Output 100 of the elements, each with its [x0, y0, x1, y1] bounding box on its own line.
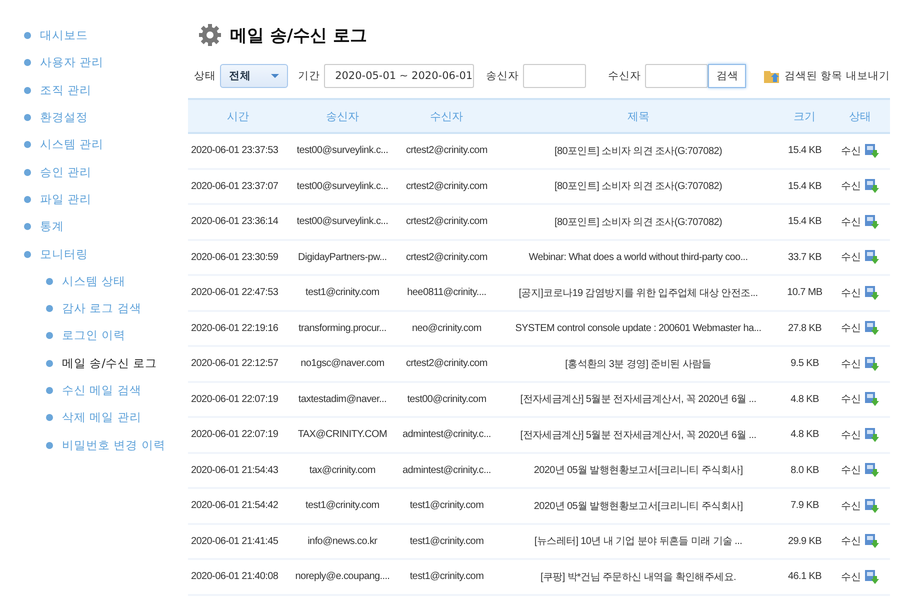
table-cell: test1@crinity.com — [410, 536, 484, 547]
sidebar-item[interactable]: 대시보드 — [24, 22, 188, 50]
download-icon[interactable] — [864, 179, 879, 194]
table-cell: test00@surveylink.c... — [296, 216, 388, 228]
table-cell: 46.1 KB — [788, 571, 822, 582]
download-icon[interactable] — [864, 321, 879, 336]
table-cell: [전자세금계산] 5월분 전자세금계산서, 꼭 2020년 6월 ... — [520, 430, 756, 441]
sidebar-item[interactable]: 모니터링 — [24, 240, 188, 268]
table-cell: DigidayPartners-pw... — [298, 252, 387, 263]
sidebar-item[interactable]: 시스템 상태 — [24, 268, 188, 295]
sidebar-item[interactable]: 수신 메일 검색 — [24, 376, 188, 404]
sidebar-item[interactable]: 조직 관리 — [24, 76, 188, 104]
folder-icon — [764, 69, 780, 83]
table-cell: 33.7 KB — [788, 252, 822, 263]
table-cell: SYSTEM control console update : 200601 Webmaster ha... — [515, 322, 762, 334]
table-cell-text: 수신 — [841, 180, 861, 194]
table-cell: [홍석환의 3분 경영] 준비된 사람들 — [565, 358, 712, 370]
table-cell: 2020-06-01 21:54:43 — [191, 464, 278, 476]
table-cell: [공지]코로나19 감염방지를 위한 입주업체 대상 안전조... — [518, 288, 758, 299]
sidebar-item[interactable]: 시스템 관리 — [24, 131, 188, 158]
table-cell: 2020-06-01 22:07:19 — [191, 429, 278, 440]
sidebar-item[interactable]: 메일 송/수신 로그 — [24, 350, 188, 377]
download-icon[interactable] — [864, 286, 879, 300]
table-cell: test1@crinity.com — [410, 500, 484, 512]
table-cell: [쿠팡] 박*건님 주문하신 내역을 확인해주세요. — [540, 572, 736, 583]
table-cell: 9.5 KB — [790, 358, 819, 370]
status-label: 상태 — [194, 69, 216, 83]
table-cell: taxtestadim@naver... — [298, 394, 386, 405]
column-header: 송신자 — [288, 99, 397, 133]
table-cell: [80포인트] 소비자 의견 조사(G:707082) — [554, 216, 722, 228]
table-cell: test00@crinity.com — [407, 394, 486, 405]
download-icon[interactable] — [864, 392, 879, 406]
table-cell: [전자세금계산] 5월분 전자세금계산서, 꼭 2020년 6월 ... — [520, 394, 756, 406]
period-field[interactable]: 2020-05-01 ~ 2020-06-01 — [324, 64, 474, 88]
table-cell: 2020년 05월 발행현황보고서[크리니티 주식회사] — [534, 465, 743, 476]
download-icon[interactable] — [864, 356, 879, 371]
download-icon[interactable] — [864, 570, 879, 584]
sidebar-item[interactable]: 로그인 이력 — [24, 322, 188, 350]
status-dropdown[interactable]: 전체 — [220, 64, 288, 88]
table-cell: 2020-06-01 23:36:14 — [191, 216, 278, 228]
table-cell: [뉴스레터] 10년 내 기업 분야 뒤흔들 미래 기술 ... — [534, 536, 742, 548]
download-icon[interactable] — [864, 428, 879, 442]
sidebar-item[interactable]: 감사 로그 검색 — [24, 294, 188, 322]
table-cell: crtest2@crinity.com — [406, 358, 488, 370]
table-cell: 15.4 KB — [788, 216, 822, 228]
table-cell: 4.8 KB — [790, 394, 819, 405]
table-cell: crtest2@crinity.com — [406, 145, 488, 156]
table-cell: crtest2@crinity.com — [406, 180, 488, 192]
download-icon[interactable] — [864, 144, 879, 158]
table-cell-text: 수신 — [841, 251, 861, 264]
table-cell-text: 수신 — [841, 144, 861, 158]
sender-field[interactable] — [523, 64, 586, 88]
table-cell: 2020년 05월 발행현황보고서[크리니티 주식회사] — [534, 500, 743, 512]
sidebar-item[interactable]: 파일 관리 — [24, 186, 188, 214]
receiver-field[interactable] — [645, 64, 708, 88]
sidebar-item[interactable]: 사용자 관리 — [24, 49, 188, 77]
sidebar-item[interactable]: 통계 — [24, 213, 188, 240]
download-icon[interactable] — [864, 250, 879, 264]
table-cell: 2020-06-01 22:19:16 — [191, 322, 278, 334]
column-header: 제목 — [496, 99, 780, 133]
download-icon[interactable] — [864, 534, 879, 548]
column-header: 상태 — [830, 99, 890, 133]
table-cell: test1@crinity.com — [306, 500, 380, 512]
column-header: 시간 — [188, 99, 288, 133]
table-cell-text: 수신 — [841, 535, 861, 548]
table-cell: [80포인트] 소비자 의견 조사(G:707082) — [554, 181, 722, 192]
table-cell: test00@surveylink.c... — [296, 180, 388, 192]
table-cell: 2020-06-01 22:47:53 — [191, 287, 278, 298]
search-button[interactable]: 검색 — [708, 64, 746, 88]
caret-icon — [271, 74, 280, 78]
download-icon[interactable] — [864, 463, 879, 478]
table-cell: 2020-06-01 23:30:59 — [191, 252, 278, 263]
table-cell: 29.9 KB — [788, 536, 822, 547]
table-cell: 2020-06-01 21:40:08 — [191, 571, 278, 582]
table-cell: 2020-06-01 22:12:57 — [191, 358, 278, 370]
sidebar-item[interactable]: 삭제 메일 관리 — [24, 404, 188, 432]
column-header: 수신자 — [396, 99, 497, 133]
table-cell: TAX@CRINITY.COM — [298, 429, 388, 440]
export-link[interactable]: 검색된 항목 내보내기 — [764, 69, 890, 83]
table-cell: crtest2@crinity.com — [406, 216, 488, 228]
table-cell: Webinar: What does a world without third-party coo... — [528, 252, 748, 263]
gear-icon — [198, 23, 222, 47]
sidebar-item[interactable]: 비밀번호 변경 이력 — [24, 431, 188, 459]
sidebar-item[interactable]: 승인 관리 — [24, 158, 188, 186]
sidebar-item[interactable]: 환경설정 — [24, 104, 188, 132]
table-cell: 2020-06-01 22:07:19 — [191, 394, 278, 405]
table-cell-text: 수신 — [841, 216, 861, 229]
table-cell: no1gsc@naver.com — [300, 358, 384, 370]
table-cell: admintest@crinity.c... — [402, 429, 491, 440]
table-cell: 4.8 KB — [790, 429, 819, 440]
table-cell: 2020-06-01 21:41:45 — [191, 536, 278, 547]
table-cell: 10.7 MB — [787, 287, 822, 298]
download-icon[interactable] — [864, 498, 879, 513]
table-cell: test1@crinity.com — [306, 287, 380, 298]
table-cell: admintest@crinity.c... — [402, 464, 491, 476]
table-cell-text: 수신 — [841, 393, 861, 406]
table-cell: hee0811@crinity.... — [407, 287, 486, 298]
table-cell: transforming.procur... — [298, 322, 386, 334]
table-cell: noreply@e.coupang.... — [295, 571, 390, 582]
download-icon[interactable] — [864, 214, 879, 229]
